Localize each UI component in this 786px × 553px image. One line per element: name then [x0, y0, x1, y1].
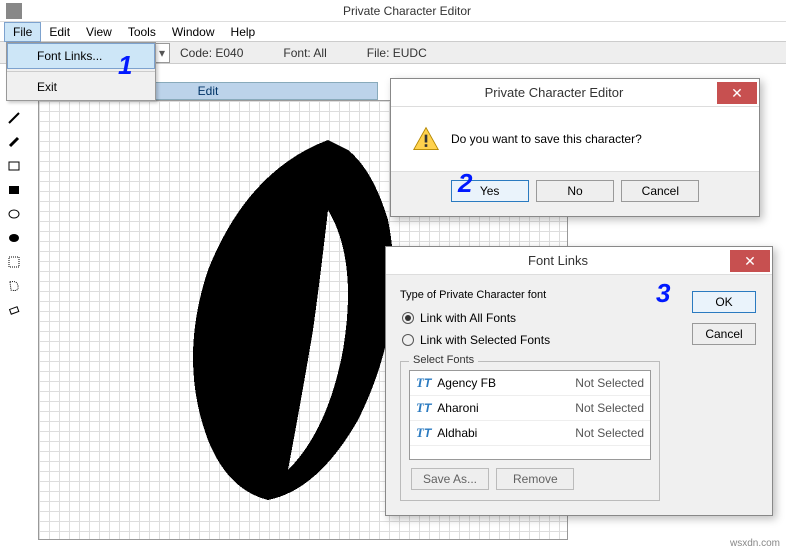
app-icon	[6, 3, 22, 19]
menu-view[interactable]: View	[78, 23, 120, 41]
eraser-tool-icon[interactable]	[4, 300, 24, 320]
menu-bar: File Edit View Tools Window Help	[0, 22, 786, 42]
truetype-icon: TT	[416, 400, 431, 416]
file-label: File: EUDC	[367, 46, 427, 60]
dialog-titlebar: Private Character Editor ✕	[391, 79, 759, 107]
dialog-titlebar: Font Links ✕	[386, 247, 772, 275]
font-status: Not Selected	[575, 401, 644, 415]
rectangle-outline-tool-icon[interactable]	[4, 156, 24, 176]
pencil-tool-icon[interactable]	[4, 108, 24, 128]
select-fonts-label: Select Fonts	[409, 354, 478, 366]
remove-button[interactable]: Remove	[496, 468, 574, 490]
select-rect-tool-icon[interactable]	[4, 252, 24, 272]
font-status: Not Selected	[575, 376, 644, 390]
dialog-title: Private Character Editor	[391, 85, 717, 100]
annotation-1: 1	[118, 50, 132, 81]
annotation-2: 2	[458, 168, 472, 199]
brush-tool-icon[interactable]	[4, 132, 24, 152]
font-list[interactable]: TT Agency FB Not Selected TT Aharoni Not…	[409, 370, 651, 460]
truetype-icon: TT	[416, 375, 431, 391]
dialog-title: Font Links	[386, 253, 730, 268]
ok-button[interactable]: OK	[692, 291, 756, 313]
file-menu-exit[interactable]: Exit	[7, 74, 155, 100]
font-links-dialog: Font Links ✕ OK Cancel Type of Private C…	[385, 246, 773, 516]
code-label: Code: E040	[180, 46, 243, 60]
radio-icon	[402, 334, 414, 346]
menu-help[interactable]: Help	[223, 23, 264, 41]
rectangle-fill-tool-icon[interactable]	[4, 180, 24, 200]
radio-link-all-fonts[interactable]: Link with All Fonts	[400, 307, 660, 329]
file-menu-font-links[interactable]: Font Links...	[7, 43, 155, 69]
font-name: Aldhabi	[437, 426, 575, 440]
warning-icon	[411, 125, 441, 153]
radio-label: Link with Selected Fonts	[420, 333, 550, 347]
menu-tools[interactable]: Tools	[120, 23, 164, 41]
window-title: Private Character Editor	[28, 4, 786, 18]
ellipse-fill-tool-icon[interactable]	[4, 228, 24, 248]
truetype-icon: TT	[416, 425, 431, 441]
font-label: Font: All	[283, 46, 326, 60]
ellipse-outline-tool-icon[interactable]	[4, 204, 24, 224]
font-row[interactable]: TT Agency FB Not Selected	[410, 371, 650, 396]
save-as-button[interactable]: Save As...	[411, 468, 489, 490]
cancel-button[interactable]: Cancel	[621, 180, 699, 202]
dialog-message: Do you want to save this character?	[451, 132, 642, 146]
radio-label: Link with All Fonts	[420, 311, 516, 325]
close-button[interactable]: ✕	[717, 82, 757, 104]
radio-link-selected-fonts[interactable]: Link with Selected Fonts	[400, 329, 660, 351]
cancel-button[interactable]: Cancel	[692, 323, 756, 345]
close-button[interactable]: ✕	[730, 250, 770, 272]
no-button[interactable]: No	[536, 180, 614, 202]
annotation-3: 3	[656, 278, 670, 309]
file-menu-popup: Font Links... Exit	[6, 42, 156, 101]
select-free-tool-icon[interactable]	[4, 276, 24, 296]
menu-edit[interactable]: Edit	[41, 23, 78, 41]
menu-separator	[7, 71, 155, 72]
menu-window[interactable]: Window	[164, 23, 223, 41]
font-row[interactable]: TT Aldhabi Not Selected	[410, 421, 650, 446]
window-titlebar: Private Character Editor	[0, 0, 786, 22]
watermark: wsxdn.com	[730, 538, 780, 549]
font-row[interactable]: TT Aharoni Not Selected	[410, 396, 650, 421]
drawing-toolbox	[4, 108, 26, 320]
font-name: Agency FB	[437, 376, 575, 390]
radio-icon	[402, 312, 414, 324]
font-name: Aharoni	[437, 401, 575, 415]
link-type-group-label: Type of Private Character font	[400, 289, 660, 301]
save-confirmation-dialog: Private Character Editor ✕ Do you want t…	[390, 78, 760, 217]
menu-file[interactable]: File	[4, 22, 41, 42]
font-status: Not Selected	[575, 426, 644, 440]
